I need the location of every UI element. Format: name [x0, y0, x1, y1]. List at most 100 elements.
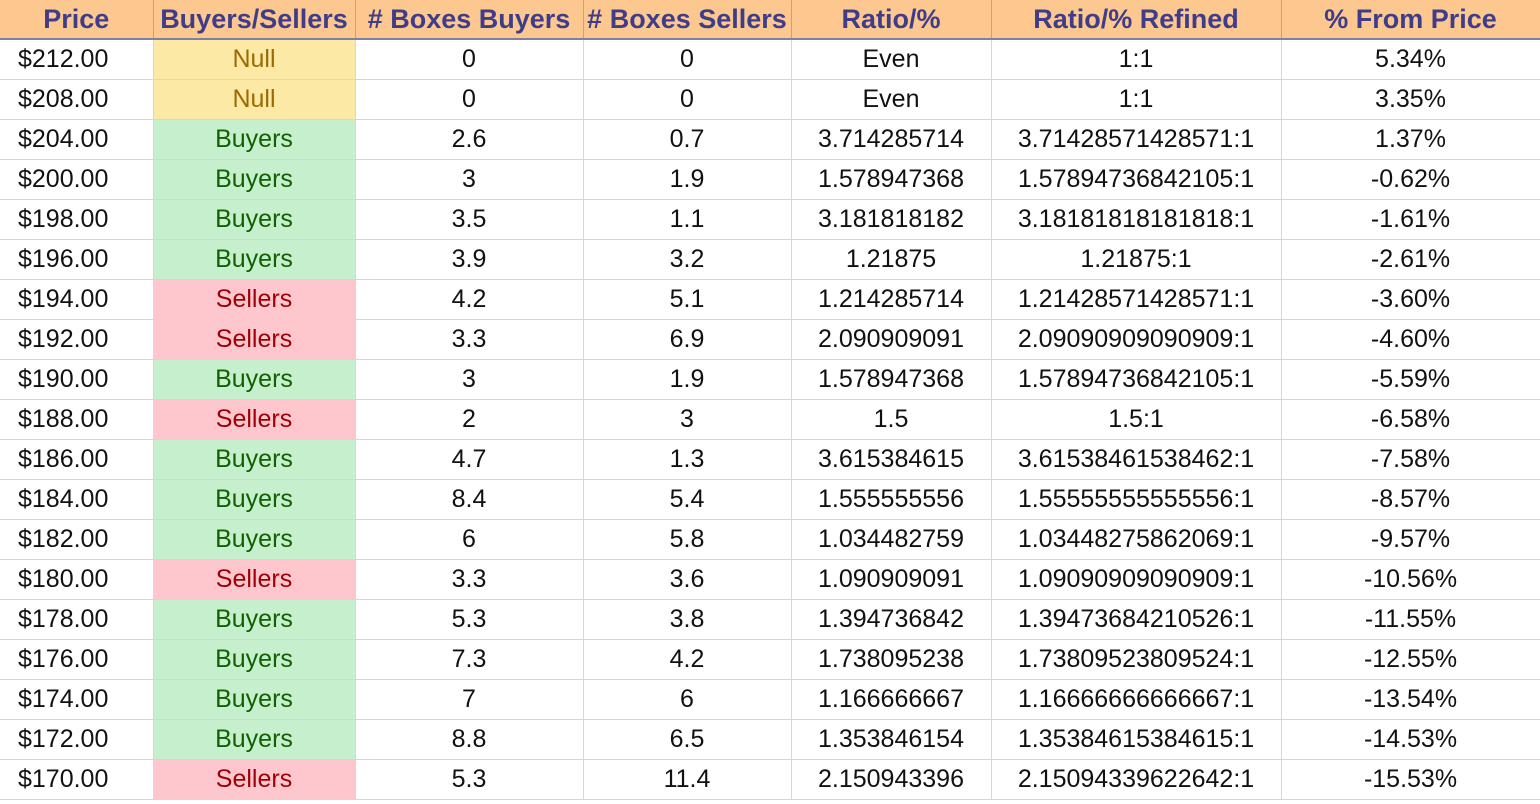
ratio-cell[interactable]: 3.714285714: [791, 119, 992, 160]
buyers-sellers-cell[interactable]: Sellers: [153, 559, 356, 600]
pct-from-price-cell[interactable]: -11.55%: [1281, 599, 1540, 640]
boxes-buyers-cell[interactable]: 8.8: [355, 719, 584, 760]
ratio-refined-cell[interactable]: 3.61538461538462:1: [991, 439, 1282, 480]
price-cell[interactable]: $178.00: [0, 599, 154, 640]
ratio-refined-cell[interactable]: 2.09090909090909:1: [991, 319, 1282, 360]
pct-from-price-cell[interactable]: -4.60%: [1281, 319, 1540, 360]
ratio-refined-cell[interactable]: 3.71428571428571:1: [991, 119, 1282, 160]
ratio-cell[interactable]: 1.090909091: [791, 559, 992, 600]
ratio-cell[interactable]: 1.21875: [791, 239, 992, 280]
pct-from-price-cell[interactable]: -13.54%: [1281, 679, 1540, 720]
price-cell[interactable]: $198.00: [0, 199, 154, 240]
pct-from-price-cell[interactable]: 1.37%: [1281, 119, 1540, 160]
ratio-refined-cell[interactable]: 1.57894736842105:1: [991, 159, 1282, 200]
boxes-sellers-cell[interactable]: 5.1: [583, 279, 792, 320]
price-cell[interactable]: $176.00: [0, 639, 154, 680]
price-cell[interactable]: $204.00: [0, 119, 154, 160]
boxes-buyers-cell[interactable]: 3.3: [355, 559, 584, 600]
ratio-refined-cell[interactable]: 1.35384615384615:1: [991, 719, 1282, 760]
boxes-buyers-cell[interactable]: 4.2: [355, 279, 584, 320]
buyers-sellers-cell[interactable]: Buyers: [153, 159, 356, 200]
buyers-sellers-cell[interactable]: Buyers: [153, 199, 356, 240]
ratio-refined-cell[interactable]: 1.39473684210526:1: [991, 599, 1282, 640]
boxes-buyers-cell[interactable]: 2: [355, 399, 584, 440]
boxes-buyers-cell[interactable]: 3.3: [355, 319, 584, 360]
ratio-refined-cell[interactable]: 1:1: [991, 79, 1282, 120]
buyers-sellers-cell[interactable]: Buyers: [153, 719, 356, 760]
price-cell[interactable]: $190.00: [0, 359, 154, 400]
pct-from-price-cell[interactable]: -6.58%: [1281, 399, 1540, 440]
boxes-buyers-cell[interactable]: 0: [355, 39, 584, 80]
ratio-refined-cell[interactable]: 1.73809523809524:1: [991, 639, 1282, 680]
boxes-sellers-cell[interactable]: 11.4: [583, 759, 792, 800]
ratio-cell[interactable]: 3.181818182: [791, 199, 992, 240]
pct-from-price-cell[interactable]: -8.57%: [1281, 479, 1540, 520]
buyers-sellers-cell[interactable]: Buyers: [153, 479, 356, 520]
boxes-sellers-cell[interactable]: 3.8: [583, 599, 792, 640]
buyers-sellers-cell[interactable]: Null: [153, 79, 356, 120]
ratio-refined-cell[interactable]: 1:1: [991, 39, 1282, 80]
pct-from-price-cell[interactable]: -7.58%: [1281, 439, 1540, 480]
ratio-refined-cell[interactable]: 3.18181818181818:1: [991, 199, 1282, 240]
buyers-sellers-cell[interactable]: Sellers: [153, 759, 356, 800]
ratio-cell[interactable]: 1.034482759: [791, 519, 992, 560]
ratio-refined-cell[interactable]: 1.5:1: [991, 399, 1282, 440]
boxes-buyers-cell[interactable]: 6: [355, 519, 584, 560]
boxes-sellers-cell[interactable]: 0: [583, 79, 792, 120]
ratio-refined-cell[interactable]: 1.57894736842105:1: [991, 359, 1282, 400]
ratio-refined-cell[interactable]: 2.15094339622642:1: [991, 759, 1282, 800]
boxes-sellers-cell[interactable]: 3: [583, 399, 792, 440]
boxes-buyers-cell[interactable]: 7: [355, 679, 584, 720]
boxes-sellers-cell[interactable]: 6.9: [583, 319, 792, 360]
boxes-sellers-cell[interactable]: 0: [583, 39, 792, 80]
boxes-buyers-cell[interactable]: 2.6: [355, 119, 584, 160]
buyers-sellers-cell[interactable]: Sellers: [153, 279, 356, 320]
price-cell[interactable]: $188.00: [0, 399, 154, 440]
boxes-buyers-cell[interactable]: 3.9: [355, 239, 584, 280]
pct-from-price-cell[interactable]: -5.59%: [1281, 359, 1540, 400]
boxes-buyers-cell[interactable]: 3.5: [355, 199, 584, 240]
buyers-sellers-cell[interactable]: Buyers: [153, 639, 356, 680]
ratio-refined-cell[interactable]: 1.55555555555556:1: [991, 479, 1282, 520]
pct-from-price-cell[interactable]: -10.56%: [1281, 559, 1540, 600]
boxes-sellers-cell[interactable]: 6.5: [583, 719, 792, 760]
pct-from-price-cell[interactable]: 5.34%: [1281, 39, 1540, 80]
pct-from-price-cell[interactable]: -0.62%: [1281, 159, 1540, 200]
ratio-cell[interactable]: 1.166666667: [791, 679, 992, 720]
ratio-refined-cell[interactable]: 1.21428571428571:1: [991, 279, 1282, 320]
boxes-buyers-cell[interactable]: 5.3: [355, 599, 584, 640]
ratio-refined-cell[interactable]: 1.09090909090909:1: [991, 559, 1282, 600]
ratio-cell[interactable]: 1.353846154: [791, 719, 992, 760]
buyers-sellers-cell[interactable]: Buyers: [153, 599, 356, 640]
boxes-buyers-cell[interactable]: 8.4: [355, 479, 584, 520]
ratio-refined-cell[interactable]: 1.03448275862069:1: [991, 519, 1282, 560]
ratio-refined-cell[interactable]: 1.21875:1: [991, 239, 1282, 280]
ratio-cell[interactable]: 1.5: [791, 399, 992, 440]
boxes-sellers-cell[interactable]: 0.7: [583, 119, 792, 160]
price-cell[interactable]: $192.00: [0, 319, 154, 360]
pct-from-price-cell[interactable]: -12.55%: [1281, 639, 1540, 680]
boxes-sellers-cell[interactable]: 5.8: [583, 519, 792, 560]
ratio-cell[interactable]: 1.578947368: [791, 359, 992, 400]
boxes-buyers-cell[interactable]: 3: [355, 159, 584, 200]
buyers-sellers-cell[interactable]: Buyers: [153, 519, 356, 560]
boxes-sellers-cell[interactable]: 1.9: [583, 359, 792, 400]
boxes-sellers-cell[interactable]: 1.9: [583, 159, 792, 200]
price-cell[interactable]: $196.00: [0, 239, 154, 280]
price-cell[interactable]: $184.00: [0, 479, 154, 520]
ratio-cell[interactable]: 2.090909091: [791, 319, 992, 360]
boxes-buyers-cell[interactable]: 3: [355, 359, 584, 400]
price-cell[interactable]: $170.00: [0, 759, 154, 800]
buyers-sellers-cell[interactable]: Null: [153, 39, 356, 80]
price-cell[interactable]: $194.00: [0, 279, 154, 320]
price-cell[interactable]: $172.00: [0, 719, 154, 760]
pct-from-price-cell[interactable]: -15.53%: [1281, 759, 1540, 800]
boxes-sellers-cell[interactable]: 1.3: [583, 439, 792, 480]
boxes-sellers-cell[interactable]: 4.2: [583, 639, 792, 680]
boxes-sellers-cell[interactable]: 3.6: [583, 559, 792, 600]
ratio-cell[interactable]: 1.578947368: [791, 159, 992, 200]
price-cell[interactable]: $182.00: [0, 519, 154, 560]
ratio-cell[interactable]: 3.615384615: [791, 439, 992, 480]
pct-from-price-cell[interactable]: -1.61%: [1281, 199, 1540, 240]
boxes-buyers-cell[interactable]: 7.3: [355, 639, 584, 680]
